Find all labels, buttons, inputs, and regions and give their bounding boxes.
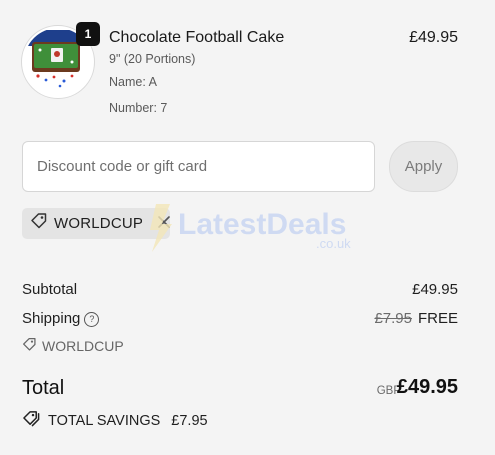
savings-amount: £7.95 [171,412,208,429]
shipping-label: Shipping [22,310,81,327]
product-price: £49.95 [409,29,458,46]
subtotal-label: Subtotal [22,281,78,298]
help-icon[interactable]: ? [84,311,100,327]
subtotal-value: £49.95 [412,281,458,298]
quantity-badge: 1 [76,22,100,46]
product-title: Chocolate Football Cake [109,29,285,46]
shipping-label-row: Shipping? [22,310,100,327]
savings-label: TOTAL SAVINGS [48,412,161,429]
shipping-discount-code: WORLDCUP [22,337,124,355]
applied-discount-chip: WORLDCUP [22,208,170,239]
product-size: 9" (20 Portions) [109,52,196,66]
total-value: £49.95 [396,376,458,398]
apply-button[interactable]: Apply [389,141,458,192]
product-number-option: Number: 7 [109,101,168,115]
svg-text:.co.uk: .co.uk [316,236,351,251]
discount-input[interactable] [35,157,374,176]
discount-field[interactable] [22,141,375,192]
watermark: LatestDeals .co.uk [150,200,360,255]
shipping-value: FREE [417,310,458,327]
tag-icon [30,212,48,235]
tag-icon [22,337,37,355]
applied-code-label: WORLDCUP [54,215,144,232]
shipping-value-row: £7.95 FREE [374,310,458,327]
product-name-option: Name: A [109,75,157,89]
shipping-original-price: £7.95 [374,310,412,327]
product-thumbnail: 1 [22,22,100,98]
shipping-code-label: WORLDCUP [42,338,124,354]
total-label: Total [22,377,65,399]
tags-icon [22,410,41,431]
total-savings: TOTAL SAVINGS £7.95 [22,410,208,431]
